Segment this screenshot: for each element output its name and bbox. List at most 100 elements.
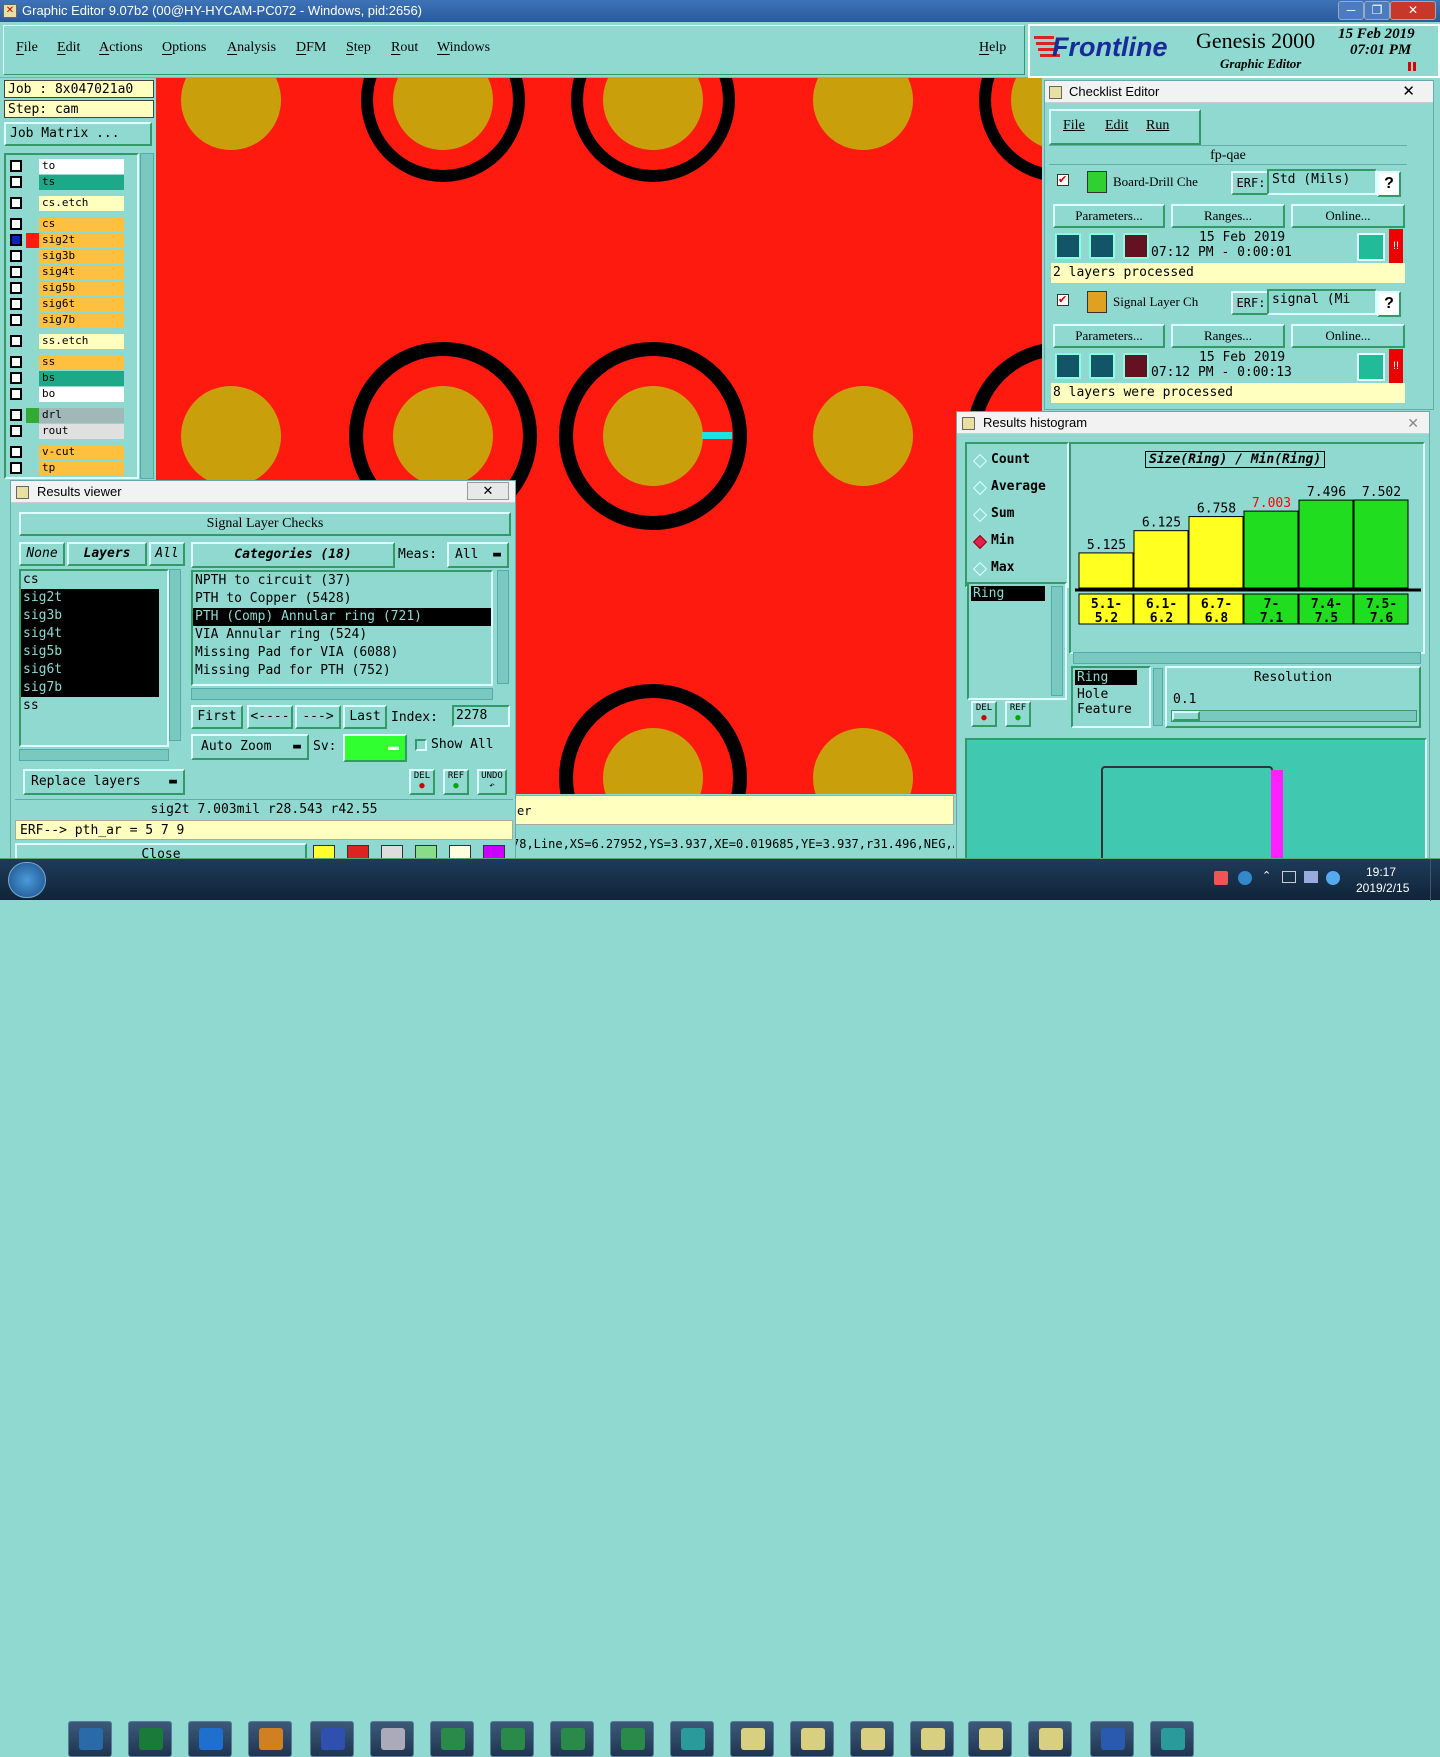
tray-help-icon[interactable] bbox=[1238, 871, 1252, 885]
histogram-bar[interactable] bbox=[1188, 516, 1244, 589]
stop-icon[interactable] bbox=[1123, 233, 1149, 259]
layer-row-ss.etch[interactable]: ss.etch bbox=[8, 334, 124, 349]
layer-checkbox[interactable] bbox=[10, 462, 22, 474]
taskbar-item[interactable] bbox=[910, 1721, 954, 1757]
taskbar-item[interactable] bbox=[370, 1721, 414, 1757]
layer-checkbox[interactable] bbox=[10, 388, 22, 400]
erf-button[interactable]: ERF: bbox=[1231, 291, 1271, 315]
checklist-menu-run[interactable]: Run bbox=[1146, 118, 1169, 134]
menu-windows[interactable]: Windows bbox=[437, 40, 490, 56]
layer-select-hscrollbar[interactable] bbox=[19, 749, 169, 761]
layer-select-item[interactable]: sig6t bbox=[21, 661, 159, 679]
show-all-checkbox[interactable] bbox=[415, 739, 427, 751]
layer-select-item[interactable]: sig5b bbox=[21, 643, 159, 661]
taskbar-item[interactable] bbox=[1090, 1721, 1134, 1757]
layer-select-item[interactable]: sig4t bbox=[21, 625, 159, 643]
layer-checkbox[interactable] bbox=[10, 266, 22, 278]
meas-dropdown[interactable]: All ▬ bbox=[447, 542, 509, 568]
replace-layers-dropdown[interactable]: Replace layers ▬ bbox=[23, 769, 185, 795]
taskbar-item[interactable] bbox=[188, 1721, 232, 1757]
histogram-bar[interactable] bbox=[1243, 510, 1299, 589]
zoom-icon[interactable] bbox=[1357, 353, 1385, 381]
checklist-menu-file[interactable]: File bbox=[1063, 118, 1085, 134]
taskbar-item[interactable] bbox=[730, 1721, 774, 1757]
histogram-bar[interactable] bbox=[1078, 552, 1134, 589]
layer-select-list[interactable]: cs sig2t sig3b sig4t sig5b sig6t sig7b ss bbox=[19, 569, 169, 747]
zoom-icon[interactable] bbox=[1357, 233, 1385, 261]
histogram-ref-button[interactable]: REF ● bbox=[1005, 701, 1031, 727]
layer-checkbox[interactable] bbox=[10, 250, 22, 262]
attribute-list-scrollbar[interactable] bbox=[1153, 668, 1163, 726]
menu-help[interactable]: Help bbox=[979, 40, 1006, 56]
category-item[interactable]: Missing Pad for PTH (752) bbox=[193, 662, 491, 680]
layer-row-sig6t[interactable]: sig6t bbox=[8, 297, 124, 312]
menu-edit[interactable]: Edit bbox=[57, 40, 80, 56]
histogram-del-button[interactable]: DEL ● bbox=[971, 701, 997, 727]
resolution-slider[interactable] bbox=[1171, 710, 1417, 722]
category-item[interactable]: NPTH to circuit (37) bbox=[193, 572, 491, 590]
job-matrix-button[interactable]: Job Matrix ... bbox=[4, 122, 152, 146]
layer-checkbox[interactable] bbox=[10, 160, 22, 172]
histogram-bar[interactable] bbox=[1353, 499, 1409, 589]
category-list-scrollbar[interactable] bbox=[497, 570, 509, 684]
category-item[interactable]: PTH (Comp) Annular ring (721) bbox=[193, 608, 491, 626]
run-selected-icon[interactable] bbox=[1089, 353, 1115, 379]
layer-checkbox[interactable] bbox=[10, 409, 22, 421]
categories-button[interactable]: Categories (18) bbox=[191, 542, 395, 568]
layer-select-item[interactable]: cs bbox=[21, 571, 159, 589]
taskbar-item[interactable] bbox=[128, 1721, 172, 1757]
layer-select-item[interactable]: ss bbox=[21, 697, 159, 715]
layer-checkbox[interactable] bbox=[10, 356, 22, 368]
erf-button[interactable]: ERF: bbox=[1231, 171, 1271, 195]
sv-color-dropdown[interactable]: ▬ bbox=[343, 734, 407, 762]
layer-checkbox[interactable] bbox=[10, 372, 22, 384]
check-help-button[interactable]: ? bbox=[1377, 291, 1401, 317]
viewer-del-button[interactable]: DEL ● bbox=[409, 769, 435, 795]
layers-all-button[interactable]: All bbox=[149, 542, 185, 566]
checklist-menu-edit[interactable]: Edit bbox=[1105, 118, 1128, 134]
layer-checkbox[interactable] bbox=[10, 176, 22, 188]
category-item[interactable]: Missing Pad for VIA (6088) bbox=[193, 644, 491, 662]
menu-options[interactable]: Options bbox=[162, 40, 206, 56]
layer-row-v-cut[interactable]: v-cut bbox=[8, 445, 124, 460]
category-item[interactable]: VIA Annular ring (524) bbox=[193, 626, 491, 644]
layer-list-scrollbar[interactable] bbox=[140, 153, 154, 479]
attribute-item-feature[interactable]: Feature bbox=[1075, 702, 1147, 717]
taskbar-item[interactable] bbox=[550, 1721, 594, 1757]
menu-dfm[interactable]: DFM bbox=[296, 40, 326, 56]
layer-checkbox[interactable] bbox=[10, 425, 22, 437]
maximize-button[interactable]: ❐ bbox=[1364, 1, 1390, 20]
pause-icon[interactable] bbox=[1408, 62, 1411, 71]
menu-actions[interactable]: Actions bbox=[99, 40, 143, 56]
category-list-hscrollbar[interactable] bbox=[191, 688, 493, 700]
check-help-button[interactable]: ? bbox=[1377, 171, 1401, 197]
online-button[interactable]: Online... bbox=[1291, 204, 1405, 228]
ranges-button[interactable]: Ranges... bbox=[1171, 324, 1285, 348]
layer-checkbox[interactable] bbox=[10, 335, 22, 347]
layer-select-scrollbar[interactable] bbox=[169, 569, 181, 741]
check-enable-checkbox[interactable]: ✔ bbox=[1057, 174, 1069, 186]
layer-checkbox[interactable] bbox=[10, 314, 22, 326]
histogram-bar[interactable] bbox=[1133, 530, 1189, 589]
taskbar-item[interactable] bbox=[968, 1721, 1012, 1757]
check-enable-checkbox[interactable]: ✔ bbox=[1057, 294, 1069, 306]
layer-select-item[interactable]: sig7b bbox=[21, 679, 159, 697]
histogram-hscrollbar[interactable] bbox=[1073, 652, 1421, 664]
attribute-item-hole[interactable]: Hole bbox=[1075, 687, 1147, 702]
checklist-close-icon[interactable]: ✕ bbox=[1402, 81, 1415, 103]
layers-button[interactable]: Layers bbox=[67, 542, 147, 566]
attribute-item-ring[interactable]: Ring bbox=[1075, 670, 1137, 685]
erf-value[interactable]: signal (Mi bbox=[1267, 289, 1377, 315]
start-button[interactable] bbox=[8, 862, 46, 898]
run-selected-icon[interactable] bbox=[1089, 233, 1115, 259]
tray-app-icon[interactable] bbox=[1326, 871, 1340, 885]
online-button[interactable]: Online... bbox=[1291, 324, 1405, 348]
layer-checkbox[interactable] bbox=[10, 446, 22, 458]
layer-row-ss[interactable]: ss bbox=[8, 355, 124, 370]
first-button[interactable]: First bbox=[191, 705, 243, 729]
parameters-button[interactable]: Parameters... bbox=[1053, 324, 1165, 348]
taskbar-item[interactable] bbox=[430, 1721, 474, 1757]
taskbar-item[interactable] bbox=[310, 1721, 354, 1757]
layer-row-sig3b[interactable]: sig3b bbox=[8, 249, 124, 264]
layer-row-sig2t[interactable]: sig2t bbox=[8, 233, 124, 248]
